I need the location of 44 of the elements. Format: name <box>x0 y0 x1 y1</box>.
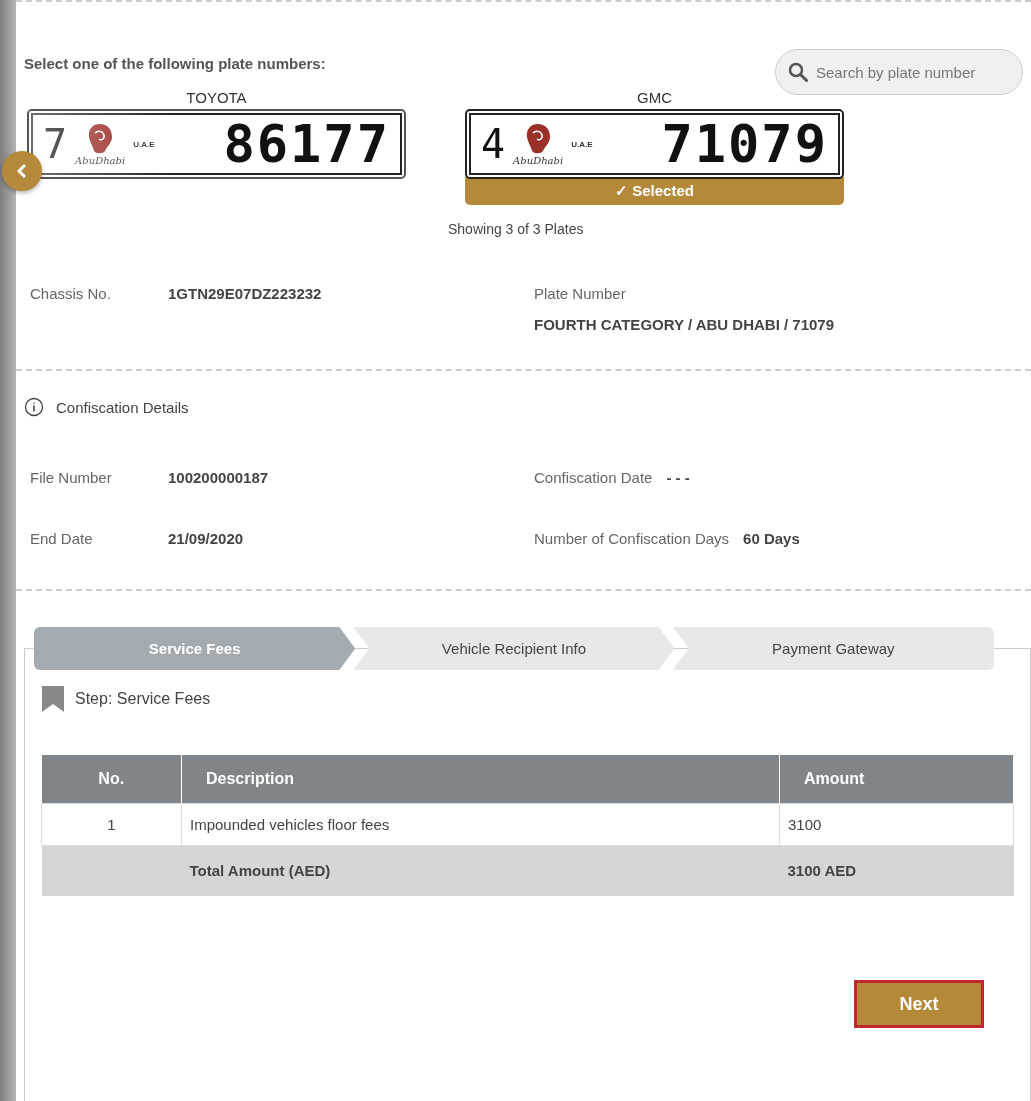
vehicle-brand: GMC <box>637 89 672 108</box>
column-header: Description <box>181 755 780 803</box>
selected-banner: ✓ Selected <box>465 177 844 205</box>
field-value: 21/09/2020 <box>168 530 244 547</box>
field-label: Plate Number <box>534 285 626 302</box>
field-value: - - - <box>666 469 690 486</box>
step-tab[interactable]: Vehicle Recipient Info <box>353 627 675 670</box>
license-plate[interactable]: 4 AbuDhabi U.A.E 71079 <box>465 109 844 179</box>
vehicle-brand: TOYOTA <box>186 89 247 108</box>
search-icon <box>788 62 808 82</box>
search-field[interactable]: Search by plate number <box>775 49 1023 95</box>
step-tab[interactable]: Payment Gateway <box>672 627 994 670</box>
plate-city: AbuDhabi <box>513 154 564 166</box>
table-cell: 1 <box>41 803 182 845</box>
total-label: Total Amount (AED) <box>181 845 780 896</box>
chevron-left-icon <box>16 163 28 179</box>
search-input[interactable]: Search by plate number <box>814 62 994 82</box>
bookmark-icon <box>41 685 65 713</box>
field-label: Number of Confiscation Days <box>534 530 730 547</box>
plate-number: 86177 <box>223 114 390 174</box>
field-label: End Date <box>30 530 94 547</box>
field-label: File Number <box>30 469 113 486</box>
info-icon <box>24 397 44 417</box>
field-label: Chassis No. <box>30 285 112 302</box>
plate-count: Showing 3 of 3 Plates <box>448 221 585 237</box>
total-value: 3100 AED <box>779 845 1014 896</box>
field-label: Confiscation Date <box>534 469 653 486</box>
plate-country: U.A.E <box>133 139 155 149</box>
field-value: 1GTN29E07DZ223232 <box>168 285 322 302</box>
plate-category: 7 <box>43 121 68 167</box>
column-header: Amount <box>779 755 1014 803</box>
table-cell: Impounded vehicles floor fees <box>181 803 780 845</box>
field-value: 60 Days <box>743 530 800 547</box>
step-title: Step: Service Fees <box>75 690 211 708</box>
field-value: 100200000187 <box>168 469 269 486</box>
section-title: Confiscation Details <box>56 398 189 416</box>
prompt-text: Select one of the following plate numbers: <box>24 55 326 72</box>
plate-number: 71079 <box>661 114 828 174</box>
plate-country: U.A.E <box>571 139 593 149</box>
column-header: No. <box>41 755 182 803</box>
plate-city: AbuDhabi <box>75 154 126 166</box>
field-value: FOURTH CATEGORY / ABU DHABI / 71079 <box>534 316 835 333</box>
table-cell: 3100 <box>779 803 1014 845</box>
plate-category: 4 <box>481 121 506 167</box>
